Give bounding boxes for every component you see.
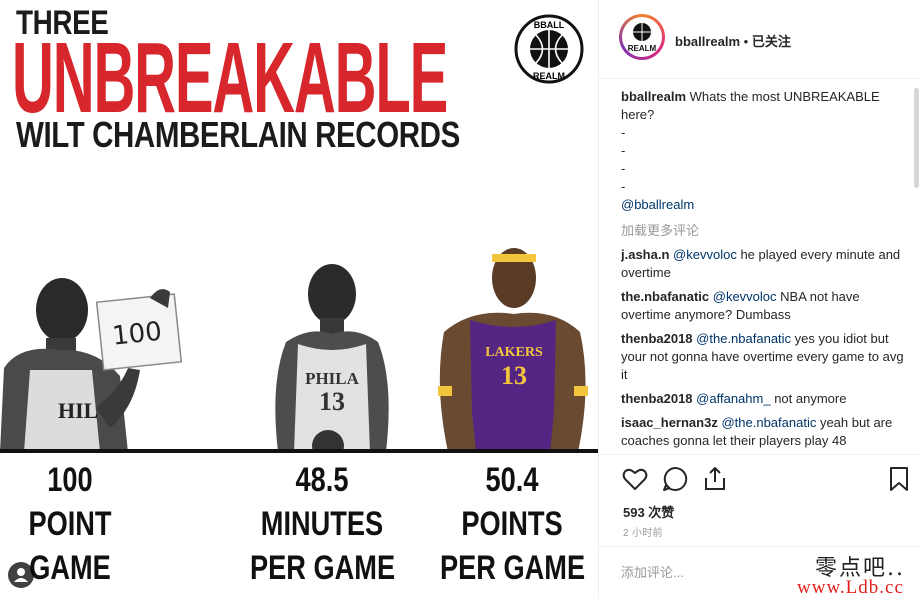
headline-subtitle: WILT CHAMBERLAIN RECORDS (16, 114, 460, 155)
logo-text-bottom: REALM (533, 71, 565, 81)
comment-mention[interactable]: @the.nbafanatic (721, 415, 816, 430)
comment-item: isaac_hernan3z @the.nbafanatic yeah but … (621, 414, 911, 450)
load-more-comments[interactable]: 加载更多评论 (621, 222, 911, 240)
header-separator: • (740, 34, 752, 49)
jersey-lakers-number: 13 (501, 361, 527, 390)
comment-username[interactable]: isaac_hernan3z (621, 415, 718, 430)
comment-item: thenba2018 @affanahm_ not anymore (621, 390, 911, 408)
bookmark-icon[interactable] (885, 465, 913, 493)
comment-text: not anymore (770, 391, 847, 406)
stat-value: 100 (47, 461, 93, 499)
user-tag-button[interactable] (8, 562, 34, 588)
stat-value: 48.5 (295, 461, 349, 499)
stat-minutes-per-game: 48.5 MINUTES PER GAME (250, 458, 396, 590)
stat-label-line: PER GAME (250, 549, 396, 587)
caption: bballrealm Whats the most UNBREAKABLE he… (621, 88, 911, 214)
jersey-phila-number: 13 (319, 387, 345, 416)
comment-username[interactable]: the.nbafanatic (621, 289, 709, 304)
comment-mention[interactable]: @kevvoloc (713, 289, 777, 304)
comment-mention[interactable]: @the.nbafanatic (696, 331, 791, 346)
headline-unbreakable: UNBREAKABLE (12, 22, 448, 134)
sign-100: 100 (111, 317, 164, 352)
stat-label-line: MINUTES (260, 505, 384, 543)
caption-dash: - (621, 161, 626, 176)
avatar-logo-icon: REALM (628, 23, 657, 53)
caption-dash: - (621, 143, 626, 158)
comment-username[interactable]: thenba2018 (621, 331, 693, 346)
comment-item: the.nbafanatic @kevvoloc NBA not have ov… (621, 288, 911, 324)
header-username[interactable]: bballrealm (675, 34, 740, 49)
comment-bubble-icon[interactable] (661, 465, 689, 493)
watermark-url: www.Ldb.cc (797, 577, 904, 598)
comment-item: thenba2018 @the.nbafanatic yes you idiot… (621, 330, 911, 384)
share-icon[interactable] (701, 465, 729, 493)
jersey-lakers-text: LAKERS (485, 345, 543, 360)
follow-status[interactable]: 已关注 (752, 34, 791, 49)
caption-username[interactable]: bballrealm (621, 89, 686, 104)
comment-username[interactable]: j.asha.n (621, 247, 669, 262)
stat-value: 50.4 (485, 461, 539, 499)
caption-dash: - (621, 125, 626, 140)
stat-label-line: POINTS (461, 505, 563, 543)
stat-label-line: PER GAME (440, 549, 586, 587)
user-icon (14, 568, 28, 582)
player-photo-100-sign: HIL 100 (0, 278, 183, 452)
avatar[interactable]: REALM (619, 14, 665, 60)
comments-list[interactable]: bballrealm Whats the most UNBREAKABLE he… (621, 88, 911, 452)
stat-label-line: POINT (28, 505, 112, 543)
player-photo-lakers: LAKERS 13 (438, 248, 588, 452)
comment-box: 添加评论... 零点吧.. www.Ldb.cc (599, 546, 920, 599)
avatar-text: REALM (628, 44, 657, 53)
caption-dash: - (621, 179, 626, 194)
logo-text-top: BBALL (534, 20, 565, 30)
stat-points-per-game: 50.4 POINTS PER GAME (440, 458, 586, 590)
comment-item: j.asha.n @kevvoloc he played every minut… (621, 246, 911, 282)
comment-mention[interactable]: @affanahm_ (696, 391, 770, 406)
post-header: REALM bballrealm • 已关注 (599, 0, 920, 79)
like-count[interactable]: 593 次赞 (623, 502, 674, 521)
bballrealm-logo: BBALL REALM (514, 14, 584, 84)
jersey-phila-text: PHILA (305, 369, 360, 388)
post-time[interactable]: 2 小时前 (623, 524, 663, 539)
comment-input[interactable]: 添加评论... (621, 563, 801, 583)
post-panel: REALM bballrealm • 已关注 bballrealm Whats … (598, 0, 920, 599)
comment-mention[interactable]: @kevvoloc (673, 247, 737, 262)
player-photo-phila: PHILA 13 (275, 264, 389, 452)
caption-mention[interactable]: @bballrealm (621, 196, 911, 214)
baseline-divider (0, 449, 598, 453)
comments-scrollbar[interactable] (914, 88, 919, 188)
post-image[interactable]: THREE UNBREAKABLE WILT CHAMBERLAIN RECOR… (0, 0, 598, 599)
comment-username[interactable]: thenba2018 (621, 391, 693, 406)
svg-text:HIL: HIL (58, 398, 98, 423)
heart-icon[interactable] (621, 465, 649, 493)
